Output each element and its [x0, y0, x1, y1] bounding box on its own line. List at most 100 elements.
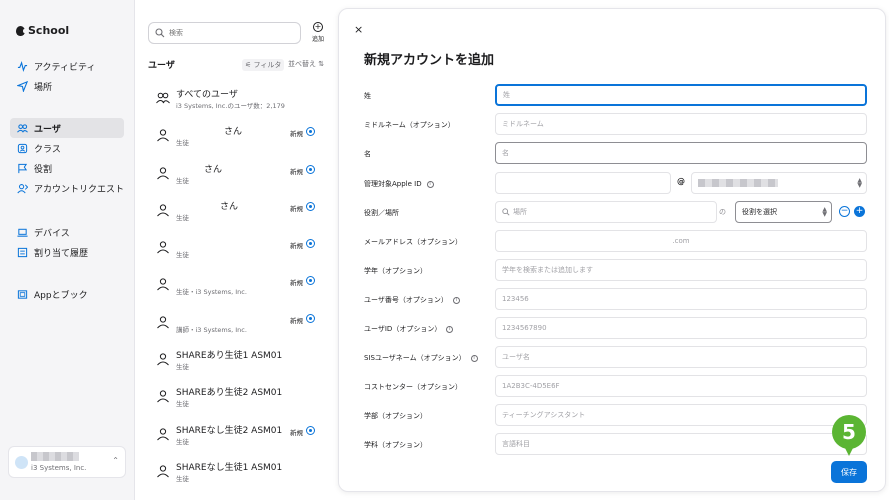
person-icon [157, 278, 169, 291]
email-input[interactable]: .com [495, 230, 867, 252]
last-name-input[interactable]: 姓 [495, 84, 867, 106]
sidebar-item-activity[interactable]: アクティビティ [10, 56, 124, 76]
person-icon [157, 129, 169, 142]
subject-input[interactable]: 言語科目 [495, 433, 867, 455]
row-sub: 生徒 [176, 139, 189, 148]
list-item[interactable]: SHAREあり生徒1 ASM01 生徒 [148, 342, 322, 379]
field-label: 学年（オプション） [364, 267, 427, 275]
new-badge: 新規 [290, 428, 303, 437]
sidebar-item-label: クラス [34, 144, 61, 155]
sidebar-item-devices[interactable]: デバイス [10, 222, 124, 242]
sort-button[interactable]: 並べ替え ⇅ [288, 59, 324, 69]
field-last-name: 姓 姓 [364, 84, 874, 108]
middle-name-input[interactable]: ミドルネーム [495, 113, 867, 135]
place-input[interactable]: 場所 [495, 201, 717, 223]
field-label-text: ユーザ番号（オプション） [364, 296, 448, 304]
sidebar-item-label: 役割 [34, 164, 53, 175]
list-item[interactable]: さん 生徒 新規 [148, 156, 322, 193]
remove-role-button[interactable]: − [839, 206, 850, 217]
list-item[interactable]: SHAREなし生徒1 ASM01 生徒 [148, 454, 322, 491]
field-role: 役割／場所 場所 の 役割を選択 ▲ ▼ − + [364, 201, 874, 225]
sidebar-item-roles[interactable]: 役割 [10, 158, 124, 178]
person-icon [157, 241, 169, 254]
close-icon[interactable]: × [354, 23, 363, 36]
user-id-input[interactable]: 1234567890 [495, 317, 867, 339]
person-icon [157, 353, 169, 366]
row-sub: 生徒 [176, 363, 189, 372]
filter-button[interactable]: ⚟ フィルタ [242, 59, 285, 71]
users-group-icon [156, 92, 170, 104]
flag-icon [16, 162, 28, 174]
field-department: 学部（オプション） ティーチングアシスタント [364, 404, 874, 428]
field-label-text: SISユーザネーム（オプション） [364, 354, 466, 362]
field-cost-center: コストセンター（オプション） 1A2B3C-4D5E6F [364, 375, 874, 399]
brand-label: School [28, 24, 70, 37]
at-sign: @ [677, 177, 685, 186]
info-icon[interactable]: i [452, 296, 460, 304]
account-switcher[interactable]: i3 Systems, Inc. ⌃ [8, 446, 126, 478]
selected-radio[interactable] [306, 276, 315, 286]
class-icon [16, 142, 28, 154]
domain-select[interactable]: ▲ ▼ [691, 172, 867, 194]
add-role-button[interactable]: + [854, 206, 865, 217]
sort-label: 並べ替え [288, 60, 316, 68]
step-marker: 5 [832, 415, 866, 456]
sidebar-item-label: 割り当て履歴 [34, 248, 89, 259]
apple-id-input[interactable] [495, 172, 671, 194]
sis-username-input[interactable]: ユーザ名 [495, 346, 867, 368]
list-item[interactable]: さん 生徒 新規 [148, 193, 322, 230]
department-input[interactable]: ティーチングアシスタント [495, 404, 867, 426]
list-item[interactable]: 生徒・i3 Systems, Inc. 新規 [148, 267, 322, 304]
sidebar-item-location[interactable]: 場所 [10, 76, 124, 96]
list-item[interactable]: 生徒 新規 [148, 230, 322, 267]
info-icon[interactable]: i [470, 354, 478, 362]
sidebar-item-label: 場所 [34, 82, 53, 93]
list-item[interactable]: SHAREあり生徒2 ASM01 生徒 [148, 379, 322, 416]
row-sub: 生徒 [176, 213, 189, 222]
search-box[interactable] [148, 22, 301, 44]
list-item[interactable]: すべてのユーザ i3 Systems, Inc.のユーザ数：2,179 [148, 81, 322, 118]
selected-radio[interactable] [306, 425, 315, 435]
search-input[interactable] [169, 29, 289, 37]
sidebar-item-users[interactable]: ユーザ [10, 118, 124, 138]
info-icon[interactable]: i [446, 325, 454, 333]
person-icon [157, 166, 169, 179]
selected-radio[interactable] [306, 313, 315, 323]
field-middle-name: ミドルネーム（オプション） ミドルネーム [364, 113, 874, 137]
new-badge: 新規 [290, 130, 303, 139]
field-subject: 学科（オプション） 言語科目 [364, 433, 874, 457]
selected-radio[interactable] [306, 239, 315, 249]
list-item[interactable]: 講師・i3 Systems, Inc. 新規 [148, 305, 322, 342]
sidebar-item-assignment-history[interactable]: 割り当て履歴 [10, 242, 124, 262]
save-button[interactable]: 保存 [831, 461, 867, 483]
apps-icon [16, 288, 28, 300]
person-icon [157, 390, 169, 403]
role-select[interactable]: 役割を選択 ▲ ▼ [735, 201, 832, 223]
row-sub: 生徒 [176, 400, 189, 409]
field-sis-username: SISユーザネーム（オプション） i ユーザ名 [364, 346, 874, 370]
user-number-input[interactable]: 123456 [495, 288, 867, 310]
info-icon[interactable]: i [426, 180, 434, 188]
add-user-button[interactable]: + 追加 [308, 22, 328, 43]
row-name: SHAREあり生徒2 ASM01 [176, 388, 283, 399]
field-grade: 学年（オプション） 学年を検索または追加します [364, 259, 874, 283]
sidebar-item-account-requests[interactable]: アカウントリクエスト [10, 178, 124, 198]
row-name: SHAREなし生徒1 ASM01 [176, 462, 283, 473]
selected-radio[interactable] [306, 201, 315, 211]
person-icon [157, 316, 169, 329]
field-label: 姓 [364, 92, 371, 100]
row-name: さん [204, 164, 223, 175]
sidebar-item-class[interactable]: クラス [10, 138, 124, 158]
first-name-input[interactable]: 名 [495, 142, 867, 164]
selected-radio[interactable] [306, 127, 315, 137]
cost-center-input[interactable]: 1A2B3C-4D5E6F [495, 375, 867, 397]
field-label: 役割／場所 [364, 209, 399, 217]
selected-radio[interactable] [306, 164, 315, 174]
sidebar-item-apps-books[interactable]: Appとブック [10, 284, 124, 304]
apple-logo-icon [16, 25, 26, 36]
list-item[interactable]: さん 生徒 新規 [148, 118, 322, 155]
row-name: SHAREあり生徒1 ASM01 [176, 351, 283, 362]
row-name: SHAREなし生徒2 ASM01 [176, 425, 283, 436]
list-item[interactable]: SHAREなし生徒2 ASM01 生徒 新規 [148, 417, 322, 454]
grade-input[interactable]: 学年を検索または追加します [495, 259, 867, 281]
